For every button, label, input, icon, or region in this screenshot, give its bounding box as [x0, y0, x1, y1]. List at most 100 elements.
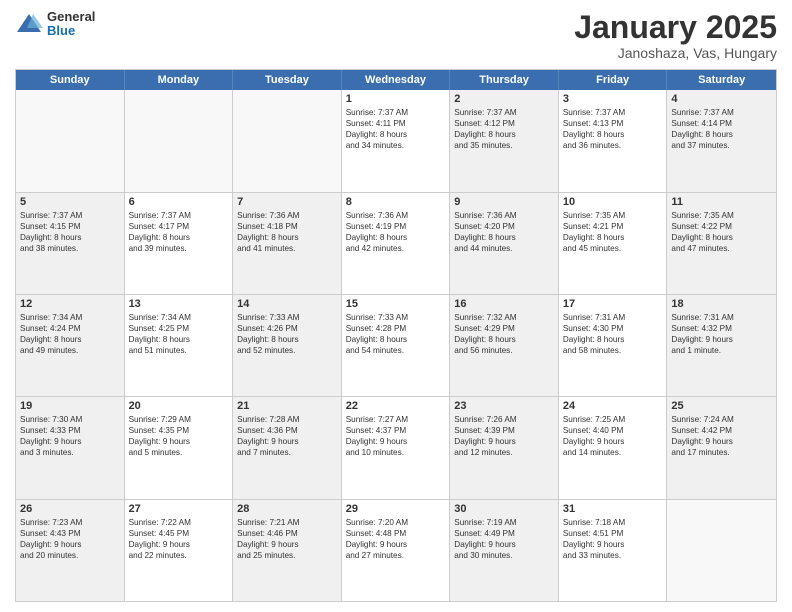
day-number: 4 [671, 93, 772, 105]
calendar-cell [16, 90, 125, 191]
day-number: 11 [671, 196, 772, 208]
calendar-cell: 9 Sunrise: 7:36 AM Sunset: 4:20 PM Daylig… [450, 193, 559, 294]
day-info: Sunrise: 7:28 AM Sunset: 4:36 PM Dayligh… [237, 414, 337, 458]
day-number: 27 [129, 503, 229, 515]
calendar-cell: 5 Sunrise: 7:37 AM Sunset: 4:15 PM Daylig… [16, 193, 125, 294]
day-number: 7 [237, 196, 337, 208]
day-info: Sunrise: 7:26 AM Sunset: 4:39 PM Dayligh… [454, 414, 554, 458]
day-number: 16 [454, 298, 554, 310]
day-number: 9 [454, 196, 554, 208]
day-info: Sunrise: 7:36 AM Sunset: 4:18 PM Dayligh… [237, 210, 337, 254]
weekday-header: Saturday [667, 70, 776, 90]
day-number: 13 [129, 298, 229, 310]
day-number: 23 [454, 400, 554, 412]
day-number: 2 [454, 93, 554, 105]
day-number: 5 [20, 196, 120, 208]
day-info: Sunrise: 7:34 AM Sunset: 4:25 PM Dayligh… [129, 312, 229, 356]
day-info: Sunrise: 7:20 AM Sunset: 4:48 PM Dayligh… [346, 517, 446, 561]
day-info: Sunrise: 7:22 AM Sunset: 4:45 PM Dayligh… [129, 517, 229, 561]
day-number: 29 [346, 503, 446, 515]
title-block: January 2025 Janoshaza, Vas, Hungary [574, 10, 777, 61]
calendar-row: 12 Sunrise: 7:34 AM Sunset: 4:24 PM Dayli… [16, 295, 776, 397]
calendar-cell [667, 500, 776, 601]
day-info: Sunrise: 7:35 AM Sunset: 4:21 PM Dayligh… [563, 210, 663, 254]
calendar-cell: 24 Sunrise: 7:25 AM Sunset: 4:40 PM Dayli… [559, 397, 668, 498]
day-number: 24 [563, 400, 663, 412]
day-number: 1 [346, 93, 446, 105]
day-info: Sunrise: 7:21 AM Sunset: 4:46 PM Dayligh… [237, 517, 337, 561]
calendar-cell: 15 Sunrise: 7:33 AM Sunset: 4:28 PM Dayli… [342, 295, 451, 396]
day-info: Sunrise: 7:37 AM Sunset: 4:12 PM Dayligh… [454, 107, 554, 151]
calendar-cell: 16Sunrise: 7:32 AM Sunset: 4:29 PM Dayli… [450, 295, 559, 396]
calendar-cell: 4Sunrise: 7:37 AM Sunset: 4:14 PM Daylig… [667, 90, 776, 191]
weekday-header: Sunday [16, 70, 125, 90]
weekday-header: Wednesday [342, 70, 451, 90]
logo-general-label: General [47, 10, 95, 24]
calendar-cell [125, 90, 234, 191]
calendar-cell: 27 Sunrise: 7:22 AM Sunset: 4:45 PM Dayli… [125, 500, 234, 601]
calendar-cell [233, 90, 342, 191]
day-info: Sunrise: 7:34 AM Sunset: 4:24 PM Dayligh… [20, 312, 120, 356]
calendar-row: 19 Sunrise: 7:30 AM Sunset: 4:33 PM Dayli… [16, 397, 776, 499]
day-info: Sunrise: 7:35 AM Sunset: 4:22 PM Dayligh… [671, 210, 772, 254]
calendar-cell: 10 Sunrise: 7:35 AM Sunset: 4:21 PM Dayli… [559, 193, 668, 294]
calendar-cell: 20 Sunrise: 7:29 AM Sunset: 4:35 PM Dayli… [125, 397, 234, 498]
day-info: Sunrise: 7:29 AM Sunset: 4:35 PM Dayligh… [129, 414, 229, 458]
calendar-cell: 18 Sunrise: 7:31 AM Sunset: 4:32 PM Dayli… [667, 295, 776, 396]
calendar-cell: 31Sunrise: 7:18 AM Sunset: 4:51 PM Dayli… [559, 500, 668, 601]
calendar: SundayMondayTuesdayWednesdayThursdayFrid… [15, 69, 777, 602]
calendar-cell: 28Sunrise: 7:21 AM Sunset: 4:46 PM Dayli… [233, 500, 342, 601]
day-number: 20 [129, 400, 229, 412]
day-info: Sunrise: 7:37 AM Sunset: 4:11 PM Dayligh… [346, 107, 446, 151]
calendar-cell: 2 Sunrise: 7:37 AM Sunset: 4:12 PM Daylig… [450, 90, 559, 191]
logo-icon [15, 10, 43, 38]
day-number: 26 [20, 503, 120, 515]
day-number: 6 [129, 196, 229, 208]
day-number: 25 [671, 400, 772, 412]
calendar-cell: 7 Sunrise: 7:36 AM Sunset: 4:18 PM Daylig… [233, 193, 342, 294]
day-number: 17 [563, 298, 663, 310]
day-info: Sunrise: 7:33 AM Sunset: 4:28 PM Dayligh… [346, 312, 446, 356]
day-info: Sunrise: 7:30 AM Sunset: 4:33 PM Dayligh… [20, 414, 120, 458]
day-number: 10 [563, 196, 663, 208]
day-number: 15 [346, 298, 446, 310]
calendar-cell: 19 Sunrise: 7:30 AM Sunset: 4:33 PM Dayli… [16, 397, 125, 498]
weekday-header: Monday [125, 70, 234, 90]
day-number: 19 [20, 400, 120, 412]
calendar-cell: 29 Sunrise: 7:20 AM Sunset: 4:48 PM Dayli… [342, 500, 451, 601]
day-number: 8 [346, 196, 446, 208]
calendar-cell: 14 Sunrise: 7:33 AM Sunset: 4:26 PM Dayli… [233, 295, 342, 396]
calendar-cell: 1 Sunrise: 7:37 AM Sunset: 4:11 PM Daylig… [342, 90, 451, 191]
calendar-cell: 17Sunrise: 7:31 AM Sunset: 4:30 PM Dayli… [559, 295, 668, 396]
day-info: Sunrise: 7:37 AM Sunset: 4:13 PM Dayligh… [563, 107, 663, 151]
month-title: January 2025 [574, 10, 777, 45]
calendar-cell: 8Sunrise: 7:36 AM Sunset: 4:19 PM Daylig… [342, 193, 451, 294]
calendar-header: SundayMondayTuesdayWednesdayThursdayFrid… [16, 70, 776, 90]
day-info: Sunrise: 7:27 AM Sunset: 4:37 PM Dayligh… [346, 414, 446, 458]
weekday-header: Tuesday [233, 70, 342, 90]
calendar-cell: 21 Sunrise: 7:28 AM Sunset: 4:36 PM Dayli… [233, 397, 342, 498]
day-number: 18 [671, 298, 772, 310]
day-info: Sunrise: 7:31 AM Sunset: 4:32 PM Dayligh… [671, 312, 772, 356]
logo: General Blue [15, 10, 95, 39]
day-info: Sunrise: 7:36 AM Sunset: 4:20 PM Dayligh… [454, 210, 554, 254]
day-number: 21 [237, 400, 337, 412]
day-info: Sunrise: 7:23 AM Sunset: 4:43 PM Dayligh… [20, 517, 120, 561]
calendar-cell: 11 Sunrise: 7:35 AM Sunset: 4:22 PM Dayli… [667, 193, 776, 294]
day-info: Sunrise: 7:33 AM Sunset: 4:26 PM Dayligh… [237, 312, 337, 356]
day-info: Sunrise: 7:24 AM Sunset: 4:42 PM Dayligh… [671, 414, 772, 458]
day-number: 12 [20, 298, 120, 310]
calendar-cell: 25 Sunrise: 7:24 AM Sunset: 4:42 PM Dayli… [667, 397, 776, 498]
weekday-header: Thursday [450, 70, 559, 90]
calendar-cell: 30Sunrise: 7:19 AM Sunset: 4:49 PM Dayli… [450, 500, 559, 601]
day-number: 3 [563, 93, 663, 105]
day-info: Sunrise: 7:25 AM Sunset: 4:40 PM Dayligh… [563, 414, 663, 458]
day-info: Sunrise: 7:37 AM Sunset: 4:15 PM Dayligh… [20, 210, 120, 254]
location-subtitle: Janoshaza, Vas, Hungary [574, 45, 777, 61]
day-number: 22 [346, 400, 446, 412]
calendar-cell: 6Sunrise: 7:37 AM Sunset: 4:17 PM Daylig… [125, 193, 234, 294]
day-number: 14 [237, 298, 337, 310]
header: General Blue January 2025 Janoshaza, Vas… [15, 10, 777, 61]
calendar-cell: 3 Sunrise: 7:37 AM Sunset: 4:13 PM Daylig… [559, 90, 668, 191]
day-number: 31 [563, 503, 663, 515]
